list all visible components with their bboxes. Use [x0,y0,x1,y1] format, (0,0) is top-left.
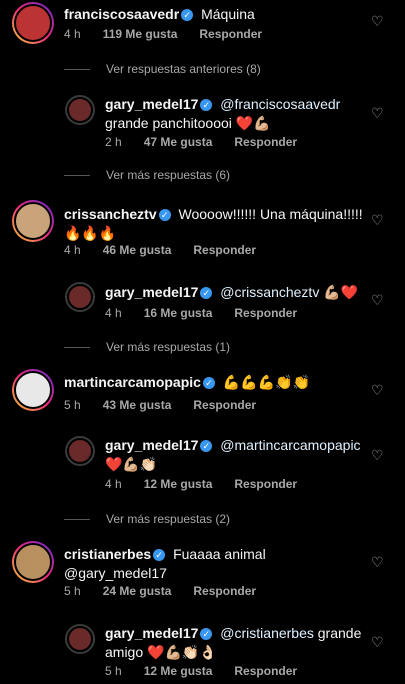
view-more-replies[interactable]: Ver más respuestas (2) [64,512,230,526]
comment-meta: 4 h 16 Me gusta Responder [105,306,297,320]
username[interactable]: crissancheztv [64,206,157,222]
likes-count[interactable]: 47 Me gusta [144,135,213,149]
comment-meta: 2 h 47 Me gusta Responder [105,135,297,149]
avatar[interactable] [65,436,95,466]
likes-count[interactable]: 46 Me gusta [103,243,172,257]
username[interactable]: gary_medel17 [105,96,198,112]
verified-icon: ✓ [181,9,194,21]
verified-icon: ✓ [153,549,166,561]
mention-link[interactable]: @martincarcamopapic [220,437,360,453]
view-more-label: Ver más respuestas (2) [106,512,231,526]
divider [64,346,90,348]
mention-link[interactable]: @gary_medel17 [64,565,167,581]
username[interactable]: gary_medel17 [105,437,198,453]
reply-button[interactable]: Responder [234,135,297,149]
view-previous-replies[interactable]: Ver respuestas anteriores (8) [64,62,261,76]
verified-icon: ✓ [158,209,171,221]
comment-body: Woooow!!!!!! Una máquina!!!!! [178,206,363,222]
like-heart-icon[interactable]: ♡ [371,106,384,120]
avatar[interactable] [65,624,95,654]
comment-body: 💪🏼❤️ [323,284,359,300]
view-more-label: Ver más respuestas (1) [106,340,231,354]
likes-count[interactable]: 24 Me gusta [103,584,172,598]
mention-link[interactable]: @crissancheztv [220,284,319,300]
comment-body: grande panchitooooi ❤️💪🏼 [105,115,271,131]
timestamp: 4 h [64,27,81,41]
comment-text: gary_medel17 ✓ @martincarcamopapic ❤️💪🏼👏🏻 [105,436,365,474]
divider [64,174,90,176]
username[interactable]: franciscosaavedr [64,6,179,22]
comment-body: ❤️💪🏼👏🏻 [105,456,158,472]
reply-button[interactable]: Responder [234,477,297,491]
timestamp: 4 h [64,243,81,257]
like-heart-icon[interactable]: ♡ [371,448,384,462]
like-heart-icon[interactable]: ♡ [371,555,384,569]
avatar[interactable] [12,541,54,583]
view-more-replies[interactable]: Ver más respuestas (6) [64,168,230,182]
reply-button[interactable]: Responder [199,27,262,41]
comment-body: Fuaaaa animal [173,546,266,562]
verified-icon: ✓ [200,287,213,299]
comment-body: grande [317,625,362,641]
likes-count[interactable]: 12 Me gusta [144,664,213,678]
timestamp: 2 h [105,135,122,149]
comment-meta: 5 h 12 Me gusta Responder [105,664,297,678]
username[interactable]: gary_medel17 [105,625,198,641]
like-heart-icon[interactable]: ♡ [371,213,384,227]
avatar[interactable] [65,282,95,312]
reply-button[interactable]: Responder [234,306,297,320]
view-more-replies[interactable]: Ver más respuestas (1) [64,340,230,354]
avatar[interactable] [12,369,54,411]
comment-text: gary_medel17 ✓ @crissancheztv 💪🏼❤️ [105,283,365,302]
avatar[interactable] [12,2,54,44]
comment-meta: 5 h 43 Me gusta Responder [64,398,256,412]
likes-count[interactable]: 119 Me gusta [103,27,178,41]
likes-count[interactable]: 12 Me gusta [144,477,213,491]
comment-body: 💪💪💪👏👏 [222,374,311,390]
like-heart-icon[interactable]: ♡ [371,383,384,397]
like-heart-icon[interactable]: ♡ [371,293,384,307]
comment-text: cristianerbes ✓ Fuaaaa animal @gary_medel… [64,545,364,583]
comment-text: martincarcamopapic ✓ 💪💪💪👏👏 [64,373,364,392]
divider [64,518,90,520]
comment-meta: 5 h 24 Me gusta Responder [64,584,256,598]
likes-count[interactable]: 43 Me gusta [103,398,172,412]
timestamp: 5 h [105,664,122,678]
mention-link[interactable]: @cristianerbes [220,625,314,641]
timestamp: 5 h [64,398,81,412]
comment-body: Máquina [201,6,255,22]
view-more-label: Ver más respuestas (6) [106,168,231,182]
avatar[interactable] [12,200,54,242]
comment-text: gary_medel17 ✓ @franciscosaavedr grande p… [105,95,365,133]
comment-meta: 4 h 119 Me gusta Responder [64,27,262,41]
verified-icon: ✓ [202,377,215,389]
divider [64,68,90,70]
comment-meta: 4 h 46 Me gusta Responder [64,243,256,257]
verified-icon: ✓ [200,440,213,452]
timestamp: 4 h [105,477,122,491]
comment-body-line2: amigo ❤️💪🏼👏🏻👌🏻 [105,644,217,660]
like-heart-icon[interactable]: ♡ [371,635,384,649]
username[interactable]: cristianerbes [64,546,151,562]
reply-button[interactable]: Responder [193,243,256,257]
mention-link[interactable]: @franciscosaavedr [220,96,340,112]
comment-text: franciscosaavedr ✓ Máquina [64,5,364,24]
view-previous-label: Ver respuestas anteriores (8) [106,62,261,76]
comment-body-line2: 🔥🔥🔥 [64,225,117,241]
reply-button[interactable]: Responder [193,584,256,598]
username[interactable]: martincarcamopapic [64,374,201,390]
comment-meta: 4 h 12 Me gusta Responder [105,477,297,491]
reply-button[interactable]: Responder [193,398,256,412]
verified-icon: ✓ [200,99,213,111]
comment-text: crissancheztv ✓ Woooow!!!!!! Una máquina!… [64,205,364,243]
like-heart-icon[interactable]: ♡ [371,14,384,28]
likes-count[interactable]: 16 Me gusta [144,306,213,320]
timestamp: 4 h [105,306,122,320]
username[interactable]: gary_medel17 [105,284,198,300]
verified-icon: ✓ [200,628,213,640]
avatar[interactable] [65,95,95,125]
reply-button[interactable]: Responder [234,664,297,678]
timestamp: 5 h [64,584,81,598]
comment-text: gary_medel17 ✓ @cristianerbes grande amig… [105,624,365,662]
